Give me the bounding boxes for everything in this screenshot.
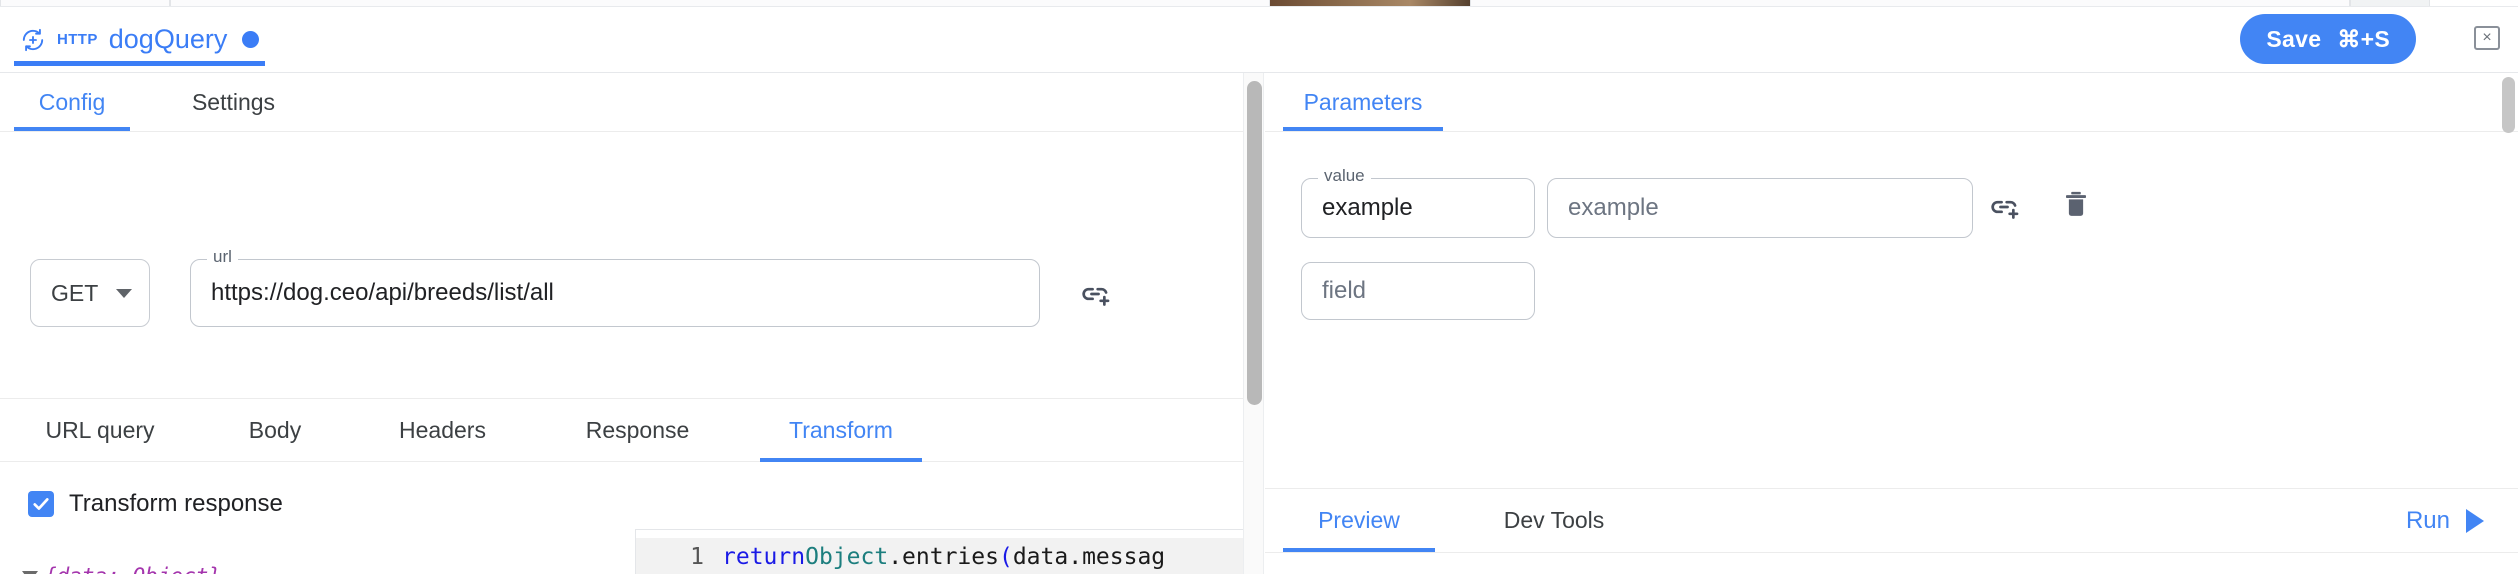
tab-preview[interactable]: Preview: [1283, 489, 1435, 552]
http-refresh-icon: [20, 27, 46, 53]
parameter-secondary-input[interactable]: example: [1547, 178, 1973, 238]
http-method-select[interactable]: GET: [30, 259, 150, 327]
tab-settings[interactable]: Settings: [166, 73, 301, 131]
subtab-transform-label: Transform: [789, 417, 893, 444]
unsaved-changes-dot: [242, 31, 259, 48]
right-panel: Parameters value example example: [1265, 73, 2518, 574]
document-title: dogQuery: [109, 26, 228, 53]
url-input-value: https://dog.ceo/api/breeds/list/all: [211, 260, 554, 326]
transform-response-checkbox[interactable]: Transform response: [28, 490, 283, 518]
add-link-icon: [1078, 299, 1112, 314]
tab-parameters-label: Parameters: [1304, 89, 1423, 116]
code-token-keyword: return: [722, 544, 805, 570]
subtab-transform[interactable]: Transform: [760, 399, 922, 462]
add-link-icon-button-parameter[interactable]: [1987, 190, 2021, 224]
tab-preview-label: Preview: [1318, 507, 1400, 534]
triangle-down-icon: [22, 571, 38, 574]
transform-response-label: Transform response: [69, 490, 283, 518]
delete-parameter-button[interactable]: [2061, 188, 2091, 220]
sliver-segment: [170, 0, 1270, 6]
save-button[interactable]: Save ⌘+S: [2240, 14, 2416, 64]
response-data-tree: {data: Object} data : Object: [22, 562, 221, 574]
add-link-icon-button-url[interactable]: [1078, 277, 1112, 311]
tab-config[interactable]: Config: [14, 73, 130, 131]
code-line-number: 1: [636, 544, 722, 570]
preview-tab-bar: Preview Dev Tools Run: [1265, 489, 2518, 553]
close-icon: ×: [2482, 30, 2491, 46]
window-header: HTTP dogQuery Save ⌘+S ×: [0, 7, 2518, 73]
code-token-method: .entries: [888, 544, 999, 570]
tab-parameters[interactable]: Parameters: [1283, 73, 1443, 131]
sliver-thumbnail: [1270, 0, 1470, 6]
code-line-1: 1 return Object .entries ( data.messag: [636, 538, 1244, 574]
subtab-response[interactable]: Response: [556, 399, 719, 462]
sliver-segment: [2350, 0, 2430, 6]
code-token-class: Object: [805, 544, 888, 570]
subtab-response-label: Response: [586, 417, 690, 444]
tab-dev-tools[interactable]: Dev Tools: [1469, 489, 1639, 552]
left-panel: Config Settings GET url https://dog.ceo/…: [0, 73, 1244, 574]
subtab-body-label: Body: [249, 417, 301, 444]
subtab-body[interactable]: Body: [220, 399, 330, 462]
chevron-down-icon: [116, 289, 132, 298]
parameter-value-text: example: [1322, 179, 1413, 237]
run-button[interactable]: Run: [2406, 489, 2484, 552]
left-panel-scrollbar-thumb[interactable]: [1247, 81, 1262, 405]
tree-row-root[interactable]: {data: Object}: [22, 562, 221, 574]
trash-icon: [2061, 208, 2091, 223]
protocol-badge: HTTP: [57, 32, 98, 47]
sliver-segment: [0, 0, 170, 6]
subtab-headers[interactable]: Headers: [370, 399, 515, 462]
tree-root-label: {data: Object}: [44, 562, 221, 574]
parameter-field-input[interactable]: field: [1301, 262, 1535, 320]
parameters-body: value example example: [1265, 132, 2518, 489]
config-tab-bar: Config Settings: [0, 73, 1243, 132]
tab-config-label: Config: [39, 89, 105, 116]
play-icon: [2466, 509, 2484, 533]
close-button[interactable]: ×: [2474, 26, 2500, 50]
document-tab-dogquery[interactable]: HTTP dogQuery: [14, 13, 265, 66]
parameter-value-input[interactable]: value example: [1301, 178, 1535, 238]
transform-code-editor[interactable]: 1 return Object .entries ( data.messag: [635, 529, 1244, 574]
parameters-tab-bar: Parameters: [1265, 73, 2518, 132]
sliver-segment: [1470, 0, 2350, 6]
checkbox-checked-icon: [28, 491, 54, 517]
subtab-url-query-label: URL query: [45, 417, 154, 444]
request-section-tab-bar: URL query Body Headers Response Transfor…: [0, 398, 1243, 462]
subtab-url-query[interactable]: URL query: [20, 399, 180, 462]
code-token-arg: data.messag: [1013, 544, 1165, 570]
tab-dev-tools-label: Dev Tools: [1504, 507, 1605, 534]
background-window-sliver: [0, 0, 2518, 7]
add-link-icon: [1987, 212, 2021, 227]
subtab-headers-label: Headers: [399, 417, 486, 444]
tab-settings-label: Settings: [192, 89, 275, 116]
save-button-label: Save: [2266, 26, 2321, 53]
run-button-label: Run: [2406, 507, 2450, 535]
parameter-secondary-text: example: [1568, 179, 1659, 237]
url-input[interactable]: url https://dog.ceo/api/breeds/list/all: [190, 259, 1040, 327]
parameter-field-text: field: [1322, 263, 1366, 319]
right-panel-scrollbar-thumb[interactable]: [2502, 77, 2515, 133]
save-button-shortcut: ⌘+S: [2337, 26, 2390, 53]
http-method-value: GET: [51, 280, 98, 307]
code-token-paren: (: [999, 544, 1013, 570]
